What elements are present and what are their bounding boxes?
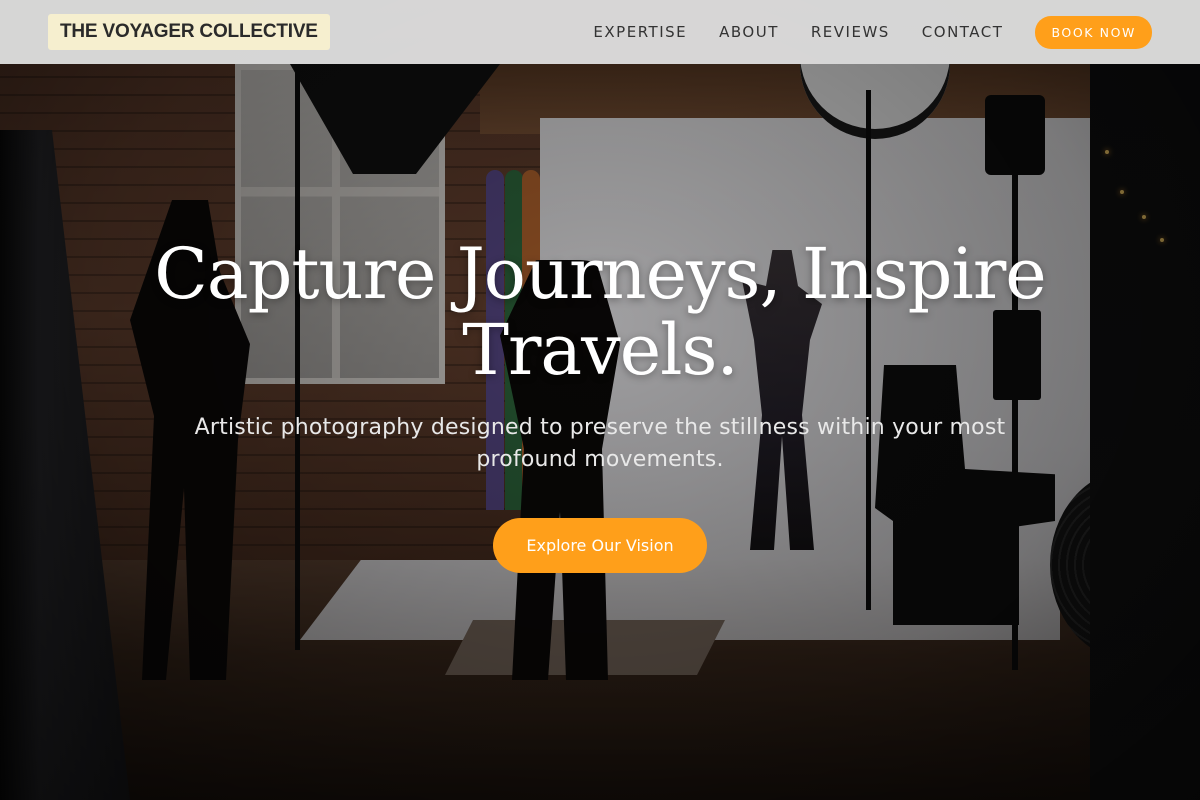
brand-logo[interactable]: THE VOYAGER COLLECTIVE — [48, 14, 330, 50]
explore-vision-button[interactable]: Explore Our Vision — [493, 518, 707, 573]
nav-contact[interactable]: CONTACT — [922, 23, 1004, 41]
nav-expertise[interactable]: EXPERTISE — [593, 23, 687, 41]
book-now-button[interactable]: BOOK NOW — [1035, 15, 1152, 49]
nav-about[interactable]: ABOUT — [719, 23, 779, 41]
hero-section: Capture Journeys, Inspire Travels. Artis… — [0, 236, 1200, 573]
nav-reviews[interactable]: REVIEWS — [811, 23, 890, 41]
site-header: THE VOYAGER COLLECTIVE EXPERTISE ABOUT R… — [0, 0, 1200, 64]
landing-page: THE VOYAGER COLLECTIVE EXPERTISE ABOUT R… — [0, 0, 1200, 800]
main-nav: EXPERTISE ABOUT REVIEWS CONTACT BOOK NOW — [593, 15, 1152, 49]
hero-title: Capture Journeys, Inspire Travels. — [154, 233, 1046, 391]
hero-subtitle: Artistic photography designed to preserv… — [194, 415, 1006, 472]
